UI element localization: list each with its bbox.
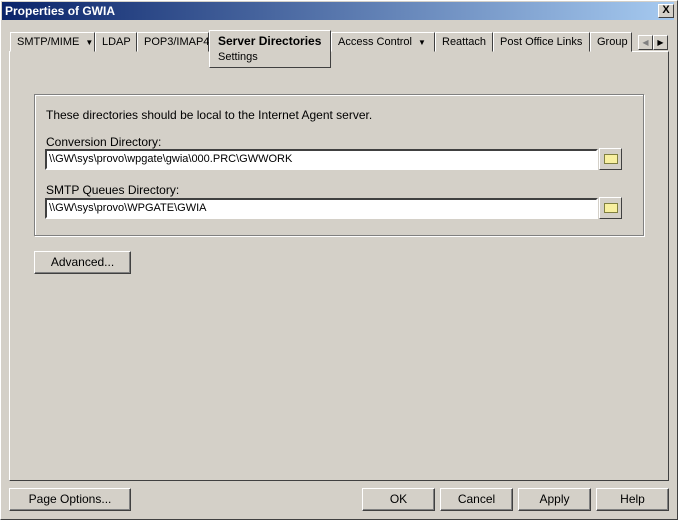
tab-scroll-right-icon[interactable]: ▶: [653, 35, 668, 50]
conversion-browse-button[interactable]: [599, 148, 622, 170]
tab-group[interactable]: Group: [590, 32, 632, 52]
cancel-button[interactable]: Cancel: [440, 488, 513, 511]
chevron-down-icon: ▼: [417, 38, 426, 47]
smtp-queues-directory-label: SMTP Queues Directory:: [46, 183, 180, 197]
window-title: Properties of GWIA: [5, 4, 116, 18]
close-button[interactable]: X: [658, 4, 674, 18]
ok-button[interactable]: OK: [362, 488, 435, 511]
tab-access-control[interactable]: Access Control ▼: [331, 32, 435, 52]
advanced-button[interactable]: Advanced...: [34, 251, 131, 274]
note-text: These directories should be local to the…: [46, 108, 373, 122]
apply-button[interactable]: Apply: [518, 488, 591, 511]
conversion-directory-input[interactable]: \\GW\sys\provo\wpgate\gwia\000.PRC\GWWOR…: [45, 149, 598, 170]
title-bar: Properties of GWIA: [2, 2, 674, 20]
folder-icon: [604, 203, 618, 213]
tab-pop3-imap4[interactable]: POP3/IMAP4: [137, 32, 209, 52]
conversion-directory-label: Conversion Directory:: [46, 135, 162, 149]
help-button[interactable]: Help: [596, 488, 669, 511]
chevron-down-icon: ▼: [85, 38, 94, 47]
tab-ldap[interactable]: LDAP: [95, 32, 137, 52]
folder-icon: [604, 154, 618, 164]
smtp-queues-directory-input[interactable]: \\GW\sys\provo\WPGATE\GWIA: [45, 198, 598, 219]
smtp-queues-browse-button[interactable]: [599, 197, 622, 219]
tab-smtp-mime[interactable]: SMTP/MIME ▼: [10, 32, 95, 52]
tab-subpage-settings[interactable]: Settings: [218, 51, 322, 63]
tab-server-directories[interactable]: Server Directories Settings: [209, 30, 331, 68]
tab-post-office-links[interactable]: Post Office Links: [493, 32, 590, 52]
page-options-button[interactable]: Page Options...: [9, 488, 131, 511]
tab-scroll-left-icon[interactable]: ◀: [638, 35, 653, 50]
tab-reattach[interactable]: Reattach: [435, 32, 493, 52]
